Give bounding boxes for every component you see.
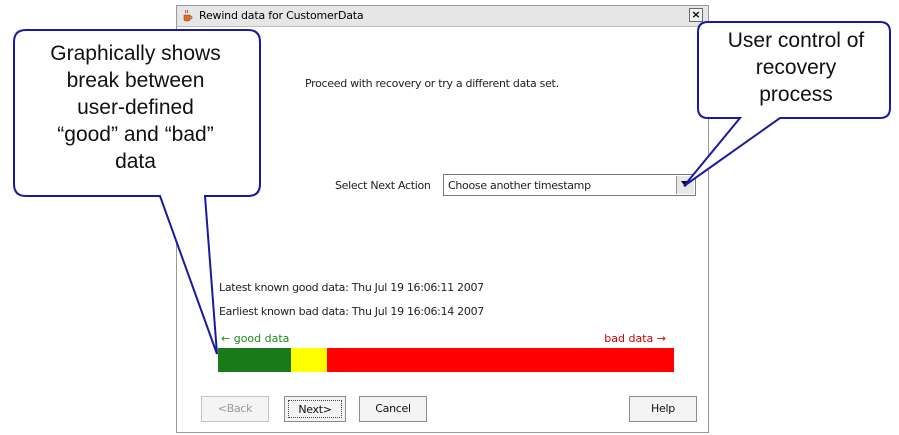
right-callout-text: User control of recovery process [700, 27, 892, 108]
left-callout-line: break between [66, 69, 205, 92]
left-callout-line: user-defined [77, 96, 194, 119]
left-callout-line: Graphically shows [50, 42, 221, 65]
right-callout-line: process [759, 83, 833, 106]
right-callout-line: User control of [727, 29, 865, 52]
left-callout-text: Graphically shows break between user-def… [18, 40, 253, 175]
right-callout-line: recovery [755, 56, 837, 79]
left-callout-line: data [115, 150, 156, 173]
left-callout-line: “good” and “bad” [57, 123, 214, 146]
